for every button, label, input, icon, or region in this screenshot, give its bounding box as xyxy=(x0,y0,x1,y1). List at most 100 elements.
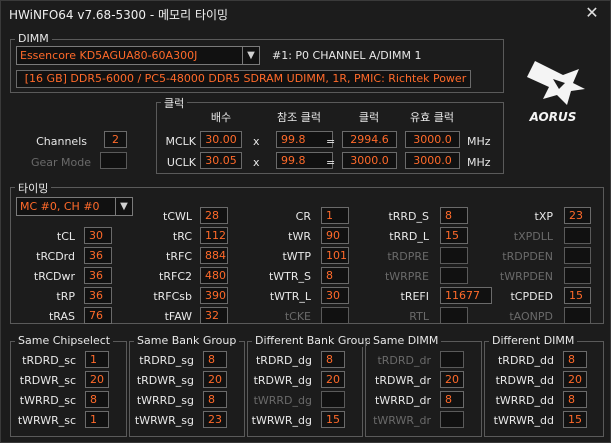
clock-header-eff: 유효 클럭 xyxy=(410,111,454,124)
timing-label-trcdwr: tRCDwr xyxy=(33,270,75,283)
timing-label-rtl: RTL xyxy=(409,310,429,323)
timing-label-twrpre: tWRPRE xyxy=(384,270,429,283)
timing-label-tcpded: tCPDED xyxy=(510,290,553,303)
mclk-clock: 2994.6 xyxy=(342,131,397,148)
timing-value-trdwr_dg: 20 xyxy=(321,371,345,388)
timing-label-trdwr_dd: tRDWR_dd xyxy=(495,374,554,387)
timing-value-trdrd_sc: 1 xyxy=(85,351,109,368)
uclk-mult: 30.05 xyxy=(200,152,242,169)
timing-label-trcdrd: tRCDrd xyxy=(36,250,75,263)
timing-label-twtp: tWTP xyxy=(282,250,311,263)
timing-label-trdwr_sg: tRDWR_sg xyxy=(136,374,194,387)
timing-value-trdwr_sg: 20 xyxy=(203,371,227,388)
timing-label-twrrd_sg: tWRRD_sg xyxy=(136,394,194,407)
timing-value-trdpre xyxy=(440,247,468,264)
timing-value-trdrd_sg: 8 xyxy=(203,351,227,368)
timing-value-trfc: 884 xyxy=(200,247,228,264)
timing-value-txpdll xyxy=(564,227,591,244)
timing-label-twrrd_dg: tWRRD_dg xyxy=(253,394,312,407)
timing-label-trrd_s: tRRD_S xyxy=(388,210,429,223)
group-label-same-bg: Same Bank Group xyxy=(134,334,240,347)
timing-value-trdwr_sc: 20 xyxy=(85,371,109,388)
timing-group-label: 타이밍 xyxy=(15,180,52,196)
timing-label-twrpden: tWRPDEN xyxy=(499,270,553,283)
timing-label-twrwr_sg: tWRWR_sg xyxy=(134,414,194,427)
timing-label-twr: tWR xyxy=(288,230,311,243)
clock-header-mult: 배수 xyxy=(210,111,232,124)
timing-value-tcpded: 15 xyxy=(564,287,591,304)
timing-value-twrwr_dd: 15 xyxy=(563,411,587,428)
mc-channel-value: MC #0, CH #0 xyxy=(20,200,100,213)
mclk-x: x xyxy=(253,135,260,148)
timing-value-trdwr_dd: 20 xyxy=(563,371,587,388)
channels-label: Channels xyxy=(36,135,87,148)
timing-value-taonpd xyxy=(564,307,591,324)
group-label-same-cs: Same Chipselect xyxy=(15,334,114,347)
timing-label-twtr_l: tWTR_L xyxy=(269,290,311,303)
uclk-unit: MHz xyxy=(467,156,491,169)
group-label-diff-dimm: Different DIMM xyxy=(489,334,578,347)
timing-value-twr: 90 xyxy=(321,227,349,244)
timing-label-twrwr_dd: tWRWR_dd xyxy=(493,414,554,427)
timing-label-twtr_s: tWTR_S xyxy=(268,270,311,283)
timing-value-trcdwr: 36 xyxy=(84,267,112,284)
timing-value-trfcsb: 390 xyxy=(200,287,228,304)
timing-label-trrd_l: tRRD_L xyxy=(389,230,429,243)
timing-label-trc: tRC xyxy=(172,230,192,243)
timing-value-trdrd_dd: 8 xyxy=(563,351,587,368)
mclk-ref: 99.8 xyxy=(276,131,333,148)
close-icon[interactable]: ✕ xyxy=(584,3,600,22)
timing-value-trdpden xyxy=(564,247,591,264)
aorus-logo-icon: AORUS xyxy=(527,61,585,124)
dimm-group-label: DIMM xyxy=(15,32,52,45)
uclk-ref: 99.8 xyxy=(276,152,333,169)
timing-value-twrrd_dd: 8 xyxy=(563,391,587,408)
timing-label-taonpd: tAONPD xyxy=(509,310,553,323)
timing-value-twrrd_dg xyxy=(321,391,345,408)
timing-label-twrwr_sc: tWRWR_sc xyxy=(17,414,76,427)
timing-label-tcwl: tCWL xyxy=(163,210,192,223)
uclk-clock: 3000.0 xyxy=(342,152,397,169)
mclk-eq: = xyxy=(326,135,336,148)
clock-header-ref: 참조 클럭 xyxy=(277,111,321,124)
timing-label-twrwr_dr: tWRWR_dr xyxy=(373,414,431,427)
uclk-eq: = xyxy=(326,156,336,169)
timing-label-twrrd_sc: tWRRD_sc xyxy=(19,394,76,407)
dimm-module-select[interactable]: Essencore KD5AGUA80-60A300J ▼ xyxy=(16,46,260,65)
timing-value-trrd_l: 15 xyxy=(440,227,468,244)
title-bar[interactable]: HWiNFO64 v7.68-5300 - 메모리 타이밍 ✕ xyxy=(1,1,610,25)
aorus-logo-text: AORUS xyxy=(529,110,577,124)
timing-value-tcl: 30 xyxy=(84,227,112,244)
timing-label-trdrd_sg: tRDRD_sg xyxy=(139,354,194,367)
clock-header-clock: 클럭 xyxy=(358,111,380,124)
mclk-unit: MHz xyxy=(467,135,491,148)
timing-label-tcke: tCKE xyxy=(284,310,311,323)
timing-value-tcke xyxy=(321,307,349,324)
timing-label-trefi: tREFI xyxy=(400,290,429,303)
window-title: HWiNFO64 v7.68-5300 - 메모리 타이밍 xyxy=(9,8,229,22)
timing-value-cr: 1 xyxy=(321,207,349,224)
timing-value-twtp: 101 xyxy=(321,247,349,264)
timing-label-txp: tXP xyxy=(534,210,553,223)
timing-label-txpdll: tXPDLL xyxy=(513,230,553,243)
timing-value-twrwr_sg: 23 xyxy=(203,411,227,428)
group-label-same-dimm: Same DIMM xyxy=(370,334,442,347)
channels-value: 2 xyxy=(104,131,127,148)
timing-label-tfaw: tFAW xyxy=(164,310,192,323)
timing-label-twrrd_dd: tWRRD_dd xyxy=(495,394,554,407)
mclk-mult: 30.00 xyxy=(200,131,242,148)
clock-group-label: 클럭 xyxy=(161,95,188,111)
timing-value-twrrd_sg: 8 xyxy=(203,391,227,408)
timing-label-trp: tRP xyxy=(56,290,75,303)
timing-label-trdpre: tRDPRE xyxy=(387,250,429,263)
timing-value-trfc2: 480 xyxy=(200,267,228,284)
chevron-down-icon[interactable]: ▼ xyxy=(242,47,259,64)
timing-value-rtl xyxy=(440,307,468,324)
uclk-label: UCLK xyxy=(166,156,196,169)
timing-value-tras: 76 xyxy=(84,307,112,324)
timing-value-twtr_l: 30 xyxy=(321,287,349,304)
timing-value-tfaw: 32 xyxy=(200,307,228,324)
timing-value-twrpre xyxy=(440,267,468,284)
dimm-module-value: Essencore KD5AGUA80-60A300J xyxy=(20,49,198,62)
timing-label-tras: tRAS xyxy=(48,310,75,323)
